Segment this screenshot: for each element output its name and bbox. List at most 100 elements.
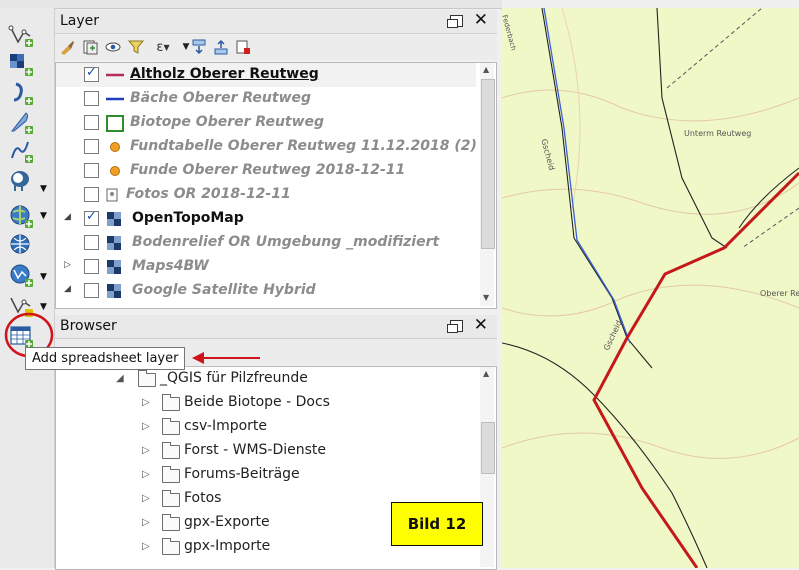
- float-panel-icon[interactable]: [447, 15, 463, 28]
- collapse-arrow-icon[interactable]: ◢: [116, 373, 124, 384]
- layer-row[interactable]: Funde Oberer Reutweg 2018-12-11: [56, 159, 476, 183]
- browser-item[interactable]: ◢ _QGIS für Pilzfreunde: [56, 369, 476, 393]
- collapse-arrow-icon[interactable]: ◢: [64, 284, 71, 294]
- wfs-dropdown-icon[interactable]: ▼: [40, 272, 47, 282]
- close-icon[interactable]: ✕: [474, 10, 488, 30]
- scroll-up-icon[interactable]: ▲: [483, 65, 489, 74]
- manage-layers-toolbar: ▼ ▼ ▼ ▼: [0, 8, 55, 568]
- postgis-dropdown-icon[interactable]: ▼: [40, 184, 47, 194]
- annotation-arrow: [192, 352, 260, 364]
- remove-layer-icon[interactable]: [235, 39, 251, 55]
- layer-visibility-checkbox[interactable]: [84, 187, 99, 202]
- expand-all-icon[interactable]: [191, 39, 207, 55]
- raster-symbol-icon: [106, 259, 124, 275]
- polygon-symbol-icon: [106, 115, 124, 132]
- layer-row[interactable]: Bodenrelief OR Umgebung _modifiziert: [56, 231, 476, 255]
- browser-item[interactable]: ▷ Beide Biotope - Docs: [56, 393, 476, 417]
- collapse-arrow-icon[interactable]: ◢: [64, 212, 71, 222]
- expand-arrow-icon[interactable]: ▷: [142, 469, 150, 480]
- expand-arrow-icon[interactable]: ▷: [142, 421, 150, 432]
- point-symbol-icon: [106, 163, 124, 179]
- layer-group-row[interactable]: ▷ Maps4BW: [56, 255, 476, 279]
- raster-symbol-icon: [106, 211, 124, 227]
- folder-label: Forums-Beiträge: [184, 466, 300, 482]
- wms-dropdown-icon[interactable]: ▼: [40, 211, 47, 221]
- expand-arrow-icon[interactable]: ▷: [64, 260, 71, 270]
- folder-icon: [162, 490, 180, 507]
- expand-arrow-icon[interactable]: ▷: [142, 493, 150, 504]
- layer-name: Bäche Oberer Reutweg: [130, 90, 312, 106]
- layer-visibility-checkbox[interactable]: [84, 163, 99, 178]
- elephant-icon: [11, 171, 29, 191]
- layer-name: Google Satellite Hybrid: [132, 282, 316, 298]
- layer-group-row[interactable]: ◢ OpenTopoMap: [56, 207, 476, 231]
- expand-arrow-icon[interactable]: ▷: [142, 541, 150, 552]
- raster-layer-icon: [10, 54, 33, 76]
- folder-label: gpx-Exporte: [184, 514, 270, 530]
- layer-visibility-checkbox[interactable]: [84, 209, 99, 226]
- add-wms-layer-button[interactable]: [6, 201, 36, 231]
- layer-visibility-checkbox[interactable]: [84, 235, 99, 250]
- feather-icon: [10, 112, 33, 134]
- eye-icon[interactable]: [105, 39, 121, 55]
- map-canvas[interactable]: Federbach Gscheid Unterm Reutweg Oberer …: [502, 8, 799, 568]
- scroll-up-icon[interactable]: ▲: [483, 369, 489, 378]
- add-group-icon[interactable]: [82, 39, 98, 55]
- folder-icon: [138, 370, 156, 387]
- layer-tree: Altholz Oberer Reutweg Bäche Oberer Reut…: [55, 62, 497, 309]
- comma-layer-icon: [13, 82, 33, 105]
- layer-row[interactable]: Fundtabelle Oberer Reutweg 11.12.2018 (2…: [56, 135, 477, 159]
- map-label: Oberer Reutweg: [760, 289, 799, 298]
- add-wfs-layer-button[interactable]: [6, 260, 36, 290]
- expand-arrow-icon[interactable]: ▷: [142, 445, 150, 456]
- line-symbol-icon: [106, 67, 124, 83]
- expand-arrow-icon[interactable]: ▷: [142, 397, 150, 408]
- photo-symbol-icon: [105, 187, 119, 203]
- layer-row[interactable]: Fotos OR 2018-12-11: [56, 183, 476, 207]
- annotation-label: Bild 12: [391, 502, 483, 546]
- folder-icon: [162, 418, 180, 435]
- layer-group-row[interactable]: ◢ Google Satellite Hybrid: [56, 279, 476, 303]
- folder-icon: [162, 514, 180, 531]
- layer-name: Biotope Oberer Reutweg: [130, 114, 325, 130]
- browser-item[interactable]: ▷ csv-Importe: [56, 417, 476, 441]
- layer-visibility-checkbox[interactable]: [84, 91, 99, 106]
- filter-icon[interactable]: [128, 39, 144, 55]
- layer-visibility-checkbox[interactable]: [84, 139, 99, 154]
- layer-visibility-checkbox[interactable]: [84, 115, 99, 130]
- scroll-thumb[interactable]: [481, 79, 495, 249]
- layer-visibility-checkbox[interactable]: [84, 259, 99, 274]
- layer-name: Fundtabelle Oberer Reutweg 11.12.2018 (2…: [130, 138, 477, 154]
- browser-item[interactable]: ▷ Forst - WMS-Dienste: [56, 441, 476, 465]
- layer-row[interactable]: Altholz Oberer Reutweg: [56, 63, 476, 87]
- expand-arrow-icon[interactable]: ▷: [142, 517, 150, 528]
- folder-label: csv-Importe: [184, 418, 268, 434]
- add-raster-layer-button[interactable]: [6, 49, 36, 79]
- add-gpx-layer-button[interactable]: [6, 107, 36, 137]
- style-brush-icon[interactable]: [59, 39, 75, 55]
- scroll-down-icon[interactable]: ▼: [483, 293, 489, 302]
- float-panel-icon[interactable]: [447, 320, 463, 333]
- add-vector-layer-button[interactable]: [6, 20, 36, 50]
- layer-name: Fotos OR 2018-12-11: [126, 186, 291, 202]
- line-symbol-icon: [106, 91, 124, 107]
- expression-filter-icon[interactable]: ε ▼: [151, 39, 175, 55]
- folder-icon: [162, 538, 180, 555]
- add-wcs-layer-button[interactable]: [6, 230, 36, 260]
- add-postgis-layer-button[interactable]: [6, 166, 36, 196]
- add-delimited-text-layer-button[interactable]: [6, 78, 36, 108]
- layer-row[interactable]: Biotope Oberer Reutweg: [56, 111, 476, 135]
- layer-panel-header: Layer ✕: [55, 10, 497, 34]
- map-drawing: [502, 8, 799, 568]
- layer-row[interactable]: Bäche Oberer Reutweg: [56, 87, 476, 111]
- scroll-thumb[interactable]: [481, 422, 495, 474]
- close-icon[interactable]: ✕: [474, 315, 488, 335]
- add-spatialite-layer-button[interactable]: [6, 136, 36, 166]
- layer-visibility-checkbox[interactable]: [84, 283, 99, 298]
- collapse-all-icon[interactable]: [213, 39, 229, 55]
- layer-visibility-checkbox[interactable]: [84, 65, 99, 82]
- browser-item[interactable]: ▷ Forums-Beiträge: [56, 465, 476, 489]
- layer-scrollbar[interactable]: ▲ ▼: [480, 63, 495, 306]
- layer-panel-title: Layer: [60, 13, 100, 29]
- folder-icon: [162, 394, 180, 411]
